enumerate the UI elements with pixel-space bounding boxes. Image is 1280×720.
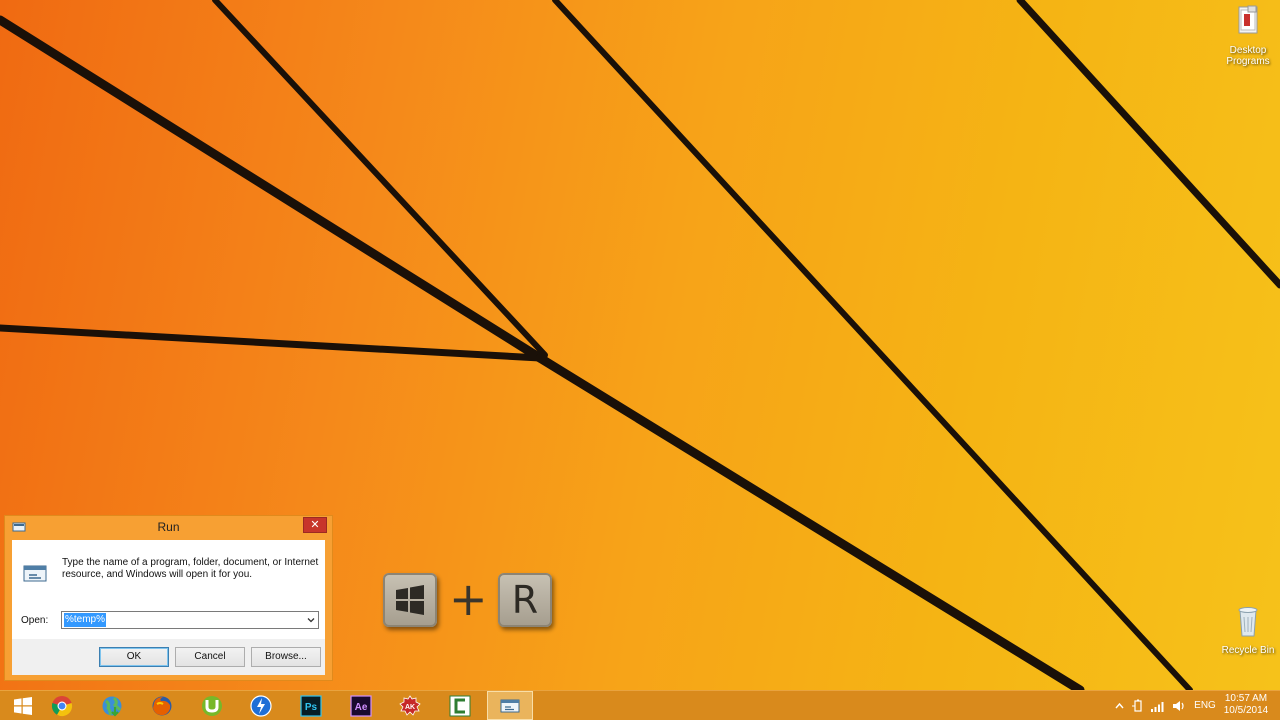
- utorrent-icon: [202, 695, 222, 716]
- after-effects-icon: Ae: [350, 694, 372, 717]
- recycle-bin-shortcut[interactable]: Recycle Bin: [1218, 604, 1278, 656]
- language-indicator: ENG: [1194, 700, 1216, 711]
- ok-button[interactable]: OK: [99, 647, 169, 667]
- run-title: Run: [157, 520, 180, 534]
- recycle-bin-label: Recycle Bin: [1221, 645, 1275, 656]
- photoshop-icon-text: Ps: [305, 702, 318, 713]
- recycle-bin-icon: [1238, 607, 1258, 637]
- open-input[interactable]: %temp%: [64, 613, 107, 627]
- run-dialog: Run ✕ Type the name of a program, folder…: [4, 515, 333, 681]
- taskbar-run[interactable]: [487, 691, 533, 720]
- clock-date: 10/5/2014: [1223, 705, 1269, 716]
- taskbar-download-manager[interactable]: [89, 691, 135, 720]
- taskbar-firefox[interactable]: [139, 691, 185, 720]
- taskbar-chrome[interactable]: [39, 691, 85, 720]
- tray-volume[interactable]: [1170, 691, 1188, 720]
- close-button[interactable]: ✕: [303, 517, 327, 533]
- firefox-icon: [152, 696, 172, 715]
- speaker-icon: [1173, 700, 1184, 711]
- taskbar-flashget[interactable]: [238, 691, 284, 720]
- ak-icon-text: AK: [405, 704, 415, 711]
- camtasia-icon: [449, 695, 471, 716]
- desktop-programs-label: Desktop Programs: [1226, 45, 1270, 67]
- after-effects-icon-text: Ae: [355, 702, 368, 713]
- tray-network[interactable]: [1149, 691, 1167, 720]
- tray-clock[interactable]: 10:57 AM 10/5/2014: [1218, 693, 1274, 717]
- globe-icon: [102, 696, 122, 717]
- desktop-programs-icon: [1238, 5, 1258, 34]
- chevron-up-icon: [1114, 702, 1124, 708]
- clock-time: 10:57 AM: [1224, 693, 1268, 704]
- windows-logo-icon: [396, 585, 424, 615]
- run-description: Type the name of a program, folder, docu…: [62, 557, 319, 580]
- photoshop-icon: Ps: [300, 694, 322, 717]
- run-client-area: Type the name of a program, folder, docu…: [12, 540, 325, 675]
- taskbar-camtasia[interactable]: [437, 691, 483, 720]
- plus-sign: +: [449, 572, 488, 626]
- tray-power[interactable]: [1130, 691, 1146, 720]
- browse-button[interactable]: Browse...: [251, 647, 321, 667]
- taskbar-after-effects[interactable]: Ae: [338, 691, 384, 720]
- battery-plug-icon: [1132, 699, 1142, 712]
- open-combobox[interactable]: %temp%: [61, 611, 319, 629]
- run-program-icon: [23, 565, 47, 582]
- desktop: Desktop Programs Recycle Bin + R Run ✕ T…: [0, 0, 1280, 690]
- windows-start-icon: [14, 696, 32, 715]
- ak-icon: AK: [399, 694, 421, 716]
- r-key: R: [498, 573, 552, 627]
- run-footer: OK Cancel Browse...: [12, 639, 325, 675]
- cancel-button[interactable]: Cancel: [175, 647, 245, 667]
- r-key-letter: R: [511, 578, 539, 622]
- run-icon: [500, 699, 520, 712]
- chrome-icon: [51, 695, 73, 716]
- open-label: Open:: [21, 615, 49, 626]
- taskbar: Ps Ae AK ENG 10:57 AM 10/5/2014: [0, 690, 1280, 720]
- tray-language[interactable]: ENG: [1192, 691, 1218, 720]
- taskbar-photoshop[interactable]: Ps: [288, 691, 334, 720]
- taskbar-ak-app[interactable]: AK: [387, 691, 433, 720]
- desktop-programs-shortcut[interactable]: Desktop Programs: [1218, 4, 1278, 67]
- taskbar-utorrent[interactable]: [189, 691, 235, 720]
- chevron-down-icon[interactable]: [306, 615, 316, 625]
- signal-bars-icon: [1151, 701, 1164, 712]
- windows-key: [383, 573, 437, 627]
- lightning-icon: [250, 694, 272, 717]
- tray-overflow[interactable]: [1112, 691, 1126, 720]
- run-titlebar[interactable]: Run ✕: [5, 516, 332, 538]
